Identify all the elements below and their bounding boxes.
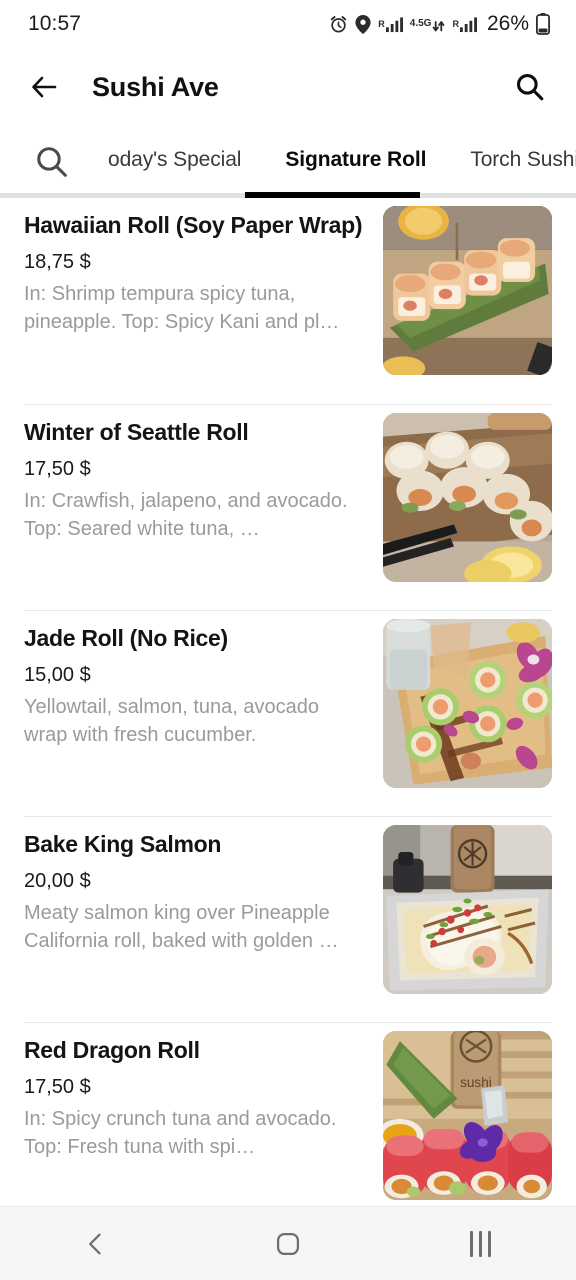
menu-item-description: In: Spicy crunch tuna and avocado. Top: … xyxy=(24,1107,337,1159)
menu-item-image xyxy=(383,206,552,375)
menu-item-row[interactable]: Winter of Seattle Roll 17,50 $ In: Crawf… xyxy=(0,405,576,610)
menu-item-price: 20,00 $ xyxy=(24,869,91,892)
nav-back-button[interactable] xyxy=(51,1216,141,1272)
battery-percentage: 26% xyxy=(486,12,529,35)
signal-roaming-icon: R xyxy=(378,16,403,33)
menu-item-price: 17,50 $ xyxy=(24,1075,91,1098)
roaming-label-2: R xyxy=(452,18,459,29)
system-navigation-bar xyxy=(0,1206,576,1280)
menu-item-description: Yellowtail, salmon, tuna, avocado wrap w… xyxy=(24,695,319,747)
signal-roaming-2-icon: R xyxy=(452,16,477,33)
menu-item-row[interactable]: Hawaiian Roll (Soy Paper Wrap) 18,75 $ I… xyxy=(0,198,576,404)
menu-item-list: Hawaiian Roll (Soy Paper Wrap) 18,75 $ I… xyxy=(0,198,576,1213)
menu-item-name: Jade Roll (No Rice) xyxy=(24,625,228,651)
category-tab-bar: oday's Special Signature Roll Torch Sush… xyxy=(0,126,576,198)
tab-signature-roll[interactable]: Signature Roll xyxy=(263,148,448,172)
alarm-icon xyxy=(329,15,348,34)
tab-torch-sushi[interactable]: Torch Sushi xyxy=(448,148,576,172)
search-icon xyxy=(37,147,67,177)
status-bar: 10:57 R 4.5G R 26% xyxy=(0,0,576,48)
network-4.5g-icon: 4.5G xyxy=(410,16,446,32)
menu-item-text: Jade Roll (No Rice) 15,00 $ Yellowtail, … xyxy=(24,611,383,816)
roaming-label: R xyxy=(378,18,385,29)
menu-item-row[interactable]: Red Dragon Roll 17,50 $ In: Spicy crunch… xyxy=(0,1023,576,1213)
tab-search-button[interactable] xyxy=(32,142,72,182)
status-icons: R 4.5G R 26% xyxy=(329,12,550,36)
menu-item-text: Hawaiian Roll (Soy Paper Wrap) 18,75 $ I… xyxy=(24,198,383,404)
menu-item-text: Red Dragon Roll 17,50 $ In: Spicy crunch… xyxy=(24,1023,383,1213)
menu-item-image: sushi xyxy=(383,1031,552,1200)
tab-strip[interactable]: oday's Special Signature Roll Torch Sush… xyxy=(0,126,576,194)
menu-item-price: 17,50 $ xyxy=(24,457,91,480)
nav-back-icon xyxy=(89,1233,101,1254)
nav-home-button[interactable] xyxy=(243,1216,333,1272)
search-icon xyxy=(516,73,544,101)
arrow-left-icon xyxy=(32,76,57,98)
menu-item-description: Meaty salmon king over Pineapple Califor… xyxy=(24,901,339,953)
status-time: 10:57 xyxy=(28,12,82,35)
svg-text:sushi: sushi xyxy=(460,1075,492,1090)
menu-item-image xyxy=(383,619,552,788)
nav-recents-button[interactable] xyxy=(435,1216,525,1272)
location-pin-icon xyxy=(355,14,371,34)
menu-item-name: Winter of Seattle Roll xyxy=(24,419,249,445)
menu-item-row[interactable]: Bake King Salmon 20,00 $ Meaty salmon ki… xyxy=(0,817,576,1022)
menu-item-name: Red Dragon Roll xyxy=(24,1037,200,1063)
menu-item-name: Hawaiian Roll (Soy Paper Wrap) xyxy=(24,212,363,238)
menu-item-text: Bake King Salmon 20,00 $ Meaty salmon ki… xyxy=(24,817,383,1022)
menu-item-price: 15,00 $ xyxy=(24,663,91,686)
tab-todays-special[interactable]: oday's Special xyxy=(86,148,263,172)
app-header: Sushi Ave xyxy=(0,48,576,126)
back-button[interactable] xyxy=(28,66,70,108)
menu-item-row[interactable]: Jade Roll (No Rice) 15,00 $ Yellowtail, … xyxy=(0,611,576,816)
nav-home-icon xyxy=(276,1232,300,1255)
menu-item-text: Winter of Seattle Roll 17,50 $ In: Crawf… xyxy=(24,405,383,610)
menu-item-description: In: Crawfish, jalapeno, and avocado. Top… xyxy=(24,489,348,541)
menu-item-price: 18,75 $ xyxy=(24,250,91,273)
header-search-button[interactable] xyxy=(508,65,552,109)
menu-item-image xyxy=(383,413,552,582)
battery-icon xyxy=(536,13,550,35)
page-title: Sushi Ave xyxy=(92,71,219,102)
network-label: 4.5G xyxy=(409,18,432,29)
menu-item-description: In: Shrimp tempura spicy tuna, pineapple… xyxy=(24,282,340,334)
menu-item-name: Bake King Salmon xyxy=(24,831,222,857)
menu-item-image xyxy=(383,825,552,994)
nav-recents-icon xyxy=(469,1230,491,1257)
